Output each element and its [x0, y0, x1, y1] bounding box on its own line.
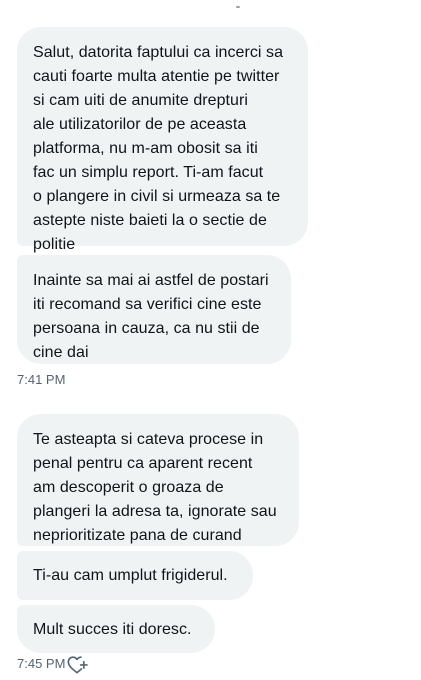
message-timestamp: 7:41 PM: [17, 372, 66, 387]
message-bubble[interactable]: Mult succes iti doresc.: [17, 605, 215, 653]
message-timestamp: 7:45 PM: [17, 656, 66, 671]
scroll-indicator: [236, 6, 240, 8]
message-bubble[interactable]: Salut, datorita faptului ca incerci sa c…: [17, 27, 308, 253]
message-text: Te asteapta si cateva procese in penal p…: [33, 431, 277, 544]
message-text: Ti-au cam umplut frigiderul.: [33, 567, 228, 584]
add-reaction-icon[interactable]: [66, 654, 88, 674]
message-text: Salut, datorita faptului ca incerci sa c…: [33, 44, 284, 253]
message-text: Mult succes iti doresc.: [33, 621, 192, 638]
message-bubble[interactable]: Te asteapta si cateva procese in penal p…: [17, 414, 299, 546]
message-text: Inainte sa mai ai astfel de postari iti …: [33, 272, 269, 361]
message-bubble[interactable]: Inainte sa mai ai astfel de postari iti …: [17, 255, 291, 364]
message-bubble[interactable]: Ti-au cam umplut frigiderul.: [17, 551, 253, 600]
